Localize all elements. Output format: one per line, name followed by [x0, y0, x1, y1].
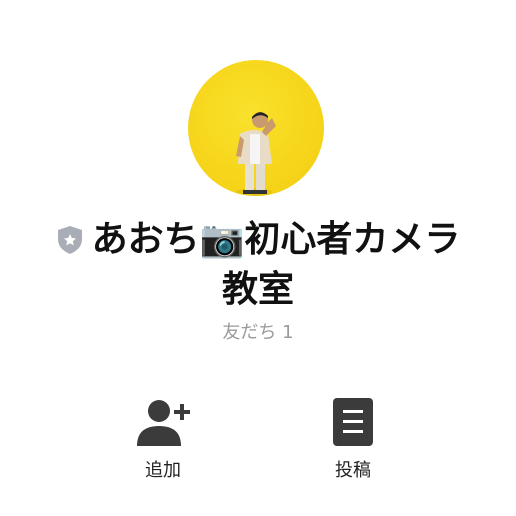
add-friend-label: 追加: [145, 460, 181, 481]
add-user-icon: [137, 400, 190, 446]
shield-star-icon: [57, 226, 82, 254]
profile-name: あおち📷初心者カメラ: [56, 216, 461, 264]
profile-name-row: あおち📷初心者カメラ: [0, 216, 516, 264]
add-friend-button[interactable]: 追加: [103, 398, 223, 482]
posts-button[interactable]: 投稿: [293, 398, 413, 482]
profile-page: あおち📷初心者カメラ 教室 友だち 1 追加 投稿: [0, 0, 516, 516]
profile-name-line1: あおち📷初心者カメラ: [91, 219, 461, 260]
posts-label: 投稿: [335, 460, 371, 481]
post-list-icon: [333, 398, 373, 446]
profile-name-line2: 教室: [221, 269, 294, 310]
avatar[interactable]: [188, 60, 324, 196]
friends-count: 1: [282, 322, 294, 343]
friends-label: 友だち: [222, 322, 277, 343]
avatar-photo: [236, 112, 276, 196]
friends-count-row: 友だち 1: [0, 318, 516, 344]
